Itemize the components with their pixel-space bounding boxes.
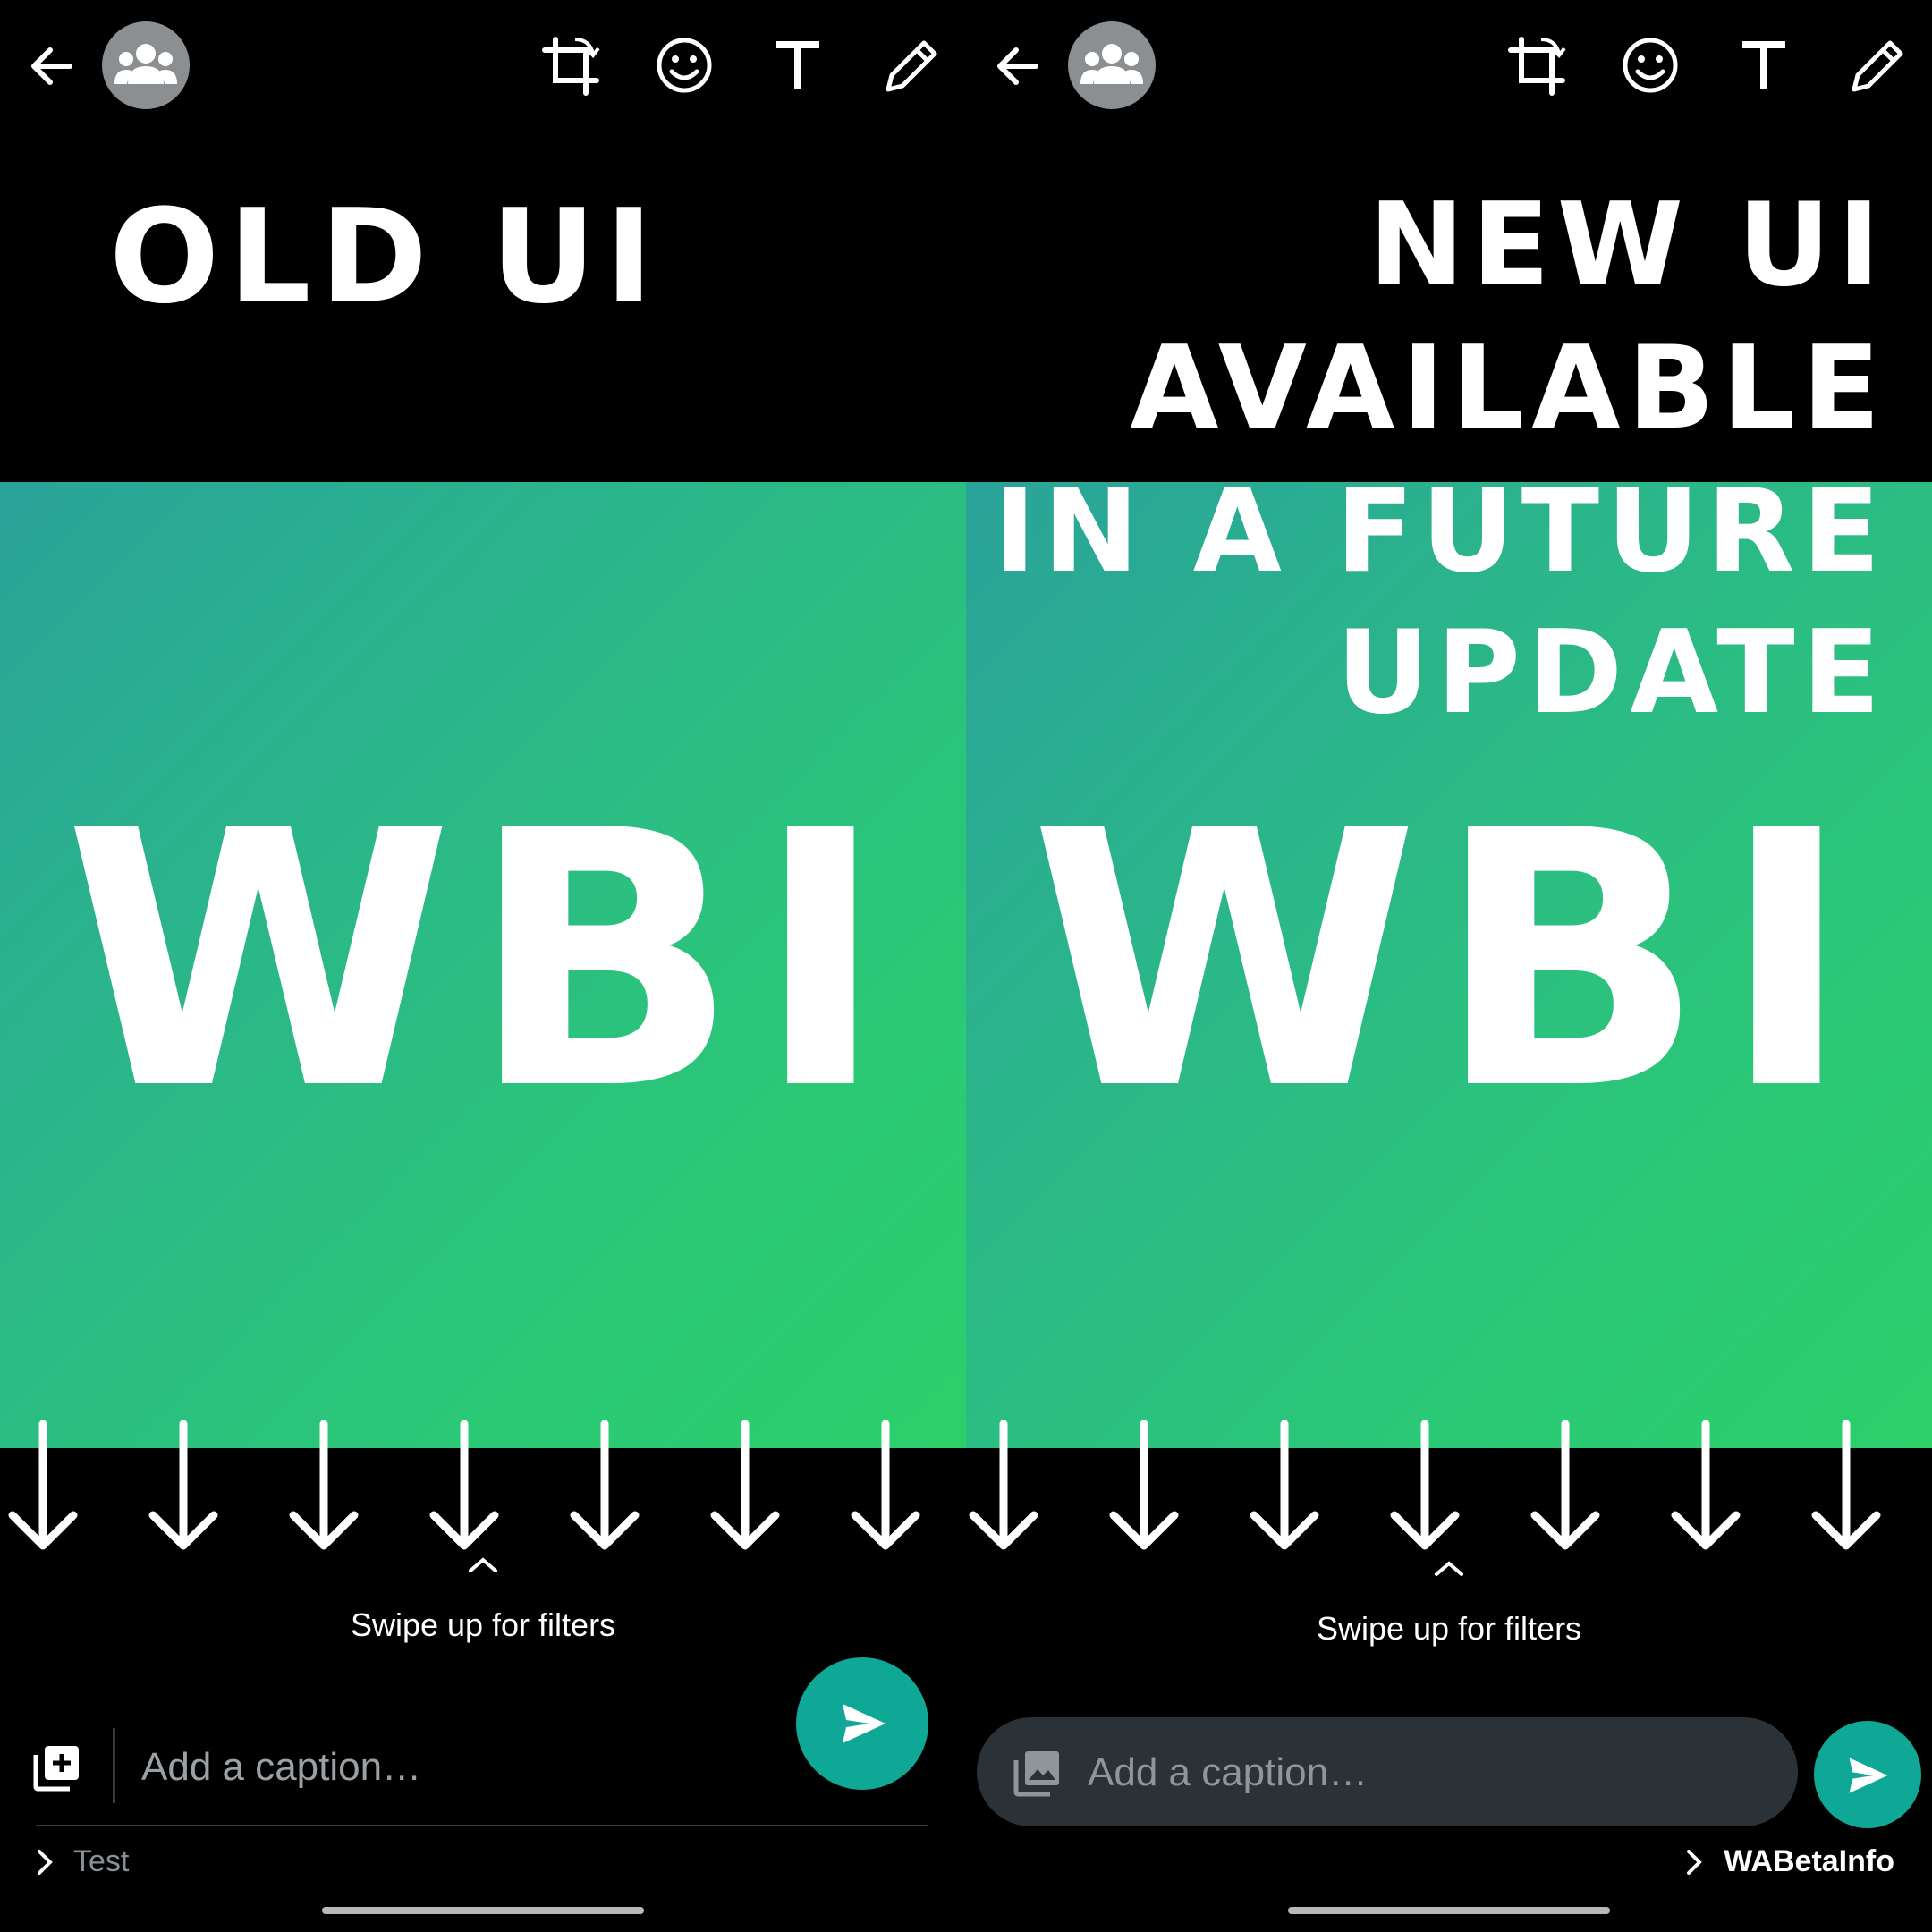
arrow-down-icon [710, 1420, 780, 1550]
caption-bar [977, 1717, 1798, 1826]
send-icon [1849, 1758, 1888, 1793]
group-icon [114, 44, 177, 84]
wbi-logo-text: WBI [1030, 756, 1868, 1167]
new-ui-title-line: UPDATE [1336, 606, 1887, 740]
divider [113, 1728, 115, 1803]
arrow-down-icon [1671, 1420, 1741, 1550]
arrow-down-icon [1811, 1420, 1881, 1550]
arrow-down-icon [8, 1420, 78, 1550]
arrow-down-icon [289, 1420, 359, 1550]
recipient-avatar[interactable] [1068, 21, 1156, 109]
editor-toolbar [0, 0, 966, 134]
send-button[interactable] [796, 1657, 928, 1790]
pencil-icon[interactable] [881, 34, 940, 97]
emoji-icon[interactable] [1621, 36, 1680, 95]
arrow-down-icon [851, 1420, 920, 1550]
caption-input[interactable] [141, 1739, 767, 1796]
comparison-screenshot: WBI OLD UI Swipe up for filters Add a ca… [0, 0, 1932, 1932]
add-media-icon[interactable] [32, 1742, 82, 1792]
swipe-up-hint[interactable]: Swipe up for filters [0, 1606, 966, 1644]
text-icon[interactable] [1737, 36, 1791, 95]
arrow-left-icon[interactable] [991, 39, 1045, 93]
chevron-up-icon[interactable] [1431, 1558, 1467, 1580]
recipient-chip[interactable]: WABetaInfo [1680, 1844, 1894, 1880]
recipient-name: Test [73, 1844, 130, 1878]
wbi-logo-text: WBI [64, 756, 902, 1167]
chevron-right-icon [1687, 1850, 1702, 1875]
arrow-down-icon [969, 1420, 1038, 1550]
emoji-icon[interactable] [655, 36, 714, 95]
arrow-down-icon [429, 1420, 499, 1550]
chevron-up-icon[interactable] [465, 1555, 501, 1576]
recipient-name: WABetaInfo [1724, 1844, 1894, 1878]
caption-underline [36, 1825, 928, 1826]
crop-rotate-icon[interactable] [539, 34, 604, 98]
arrow-down-icon [1390, 1420, 1460, 1550]
arrow-left-icon[interactable] [25, 39, 79, 93]
group-icon [1080, 44, 1143, 84]
down-arrows [966, 1420, 1932, 1563]
send-button[interactable] [1814, 1721, 1921, 1828]
new-ui-title-line: IN A FUTURE [993, 465, 1887, 598]
arrow-down-icon [1250, 1420, 1319, 1550]
arrow-down-icon [570, 1420, 640, 1550]
chevron-right-icon [38, 1850, 53, 1875]
new-ui-title-line: NEW UI [1368, 179, 1887, 312]
gallery-icon[interactable] [1013, 1748, 1063, 1798]
new-ui-title-line: AVAILABLE [1130, 322, 1887, 455]
old-ui-title: OLD UI [109, 182, 663, 333]
home-indicator[interactable] [1288, 1907, 1610, 1914]
recipient-avatar[interactable] [102, 21, 190, 109]
text-icon[interactable] [771, 36, 825, 95]
arrow-down-icon [148, 1420, 218, 1550]
new-ui-panel: WBI NEW UI AVAILABLE IN A FUTURE UPDATE … [966, 0, 1932, 1932]
home-indicator[interactable] [322, 1907, 644, 1914]
old-ui-panel: WBI OLD UI Swipe up for filters Add a ca… [0, 0, 966, 1932]
swipe-up-hint[interactable]: Swipe up for filters [966, 1610, 1932, 1648]
arrow-down-icon [1530, 1420, 1600, 1550]
editor-toolbar [966, 0, 1932, 134]
caption-input[interactable] [1088, 1744, 1767, 1801]
down-arrows [0, 1420, 966, 1563]
pencil-icon[interactable] [1847, 34, 1906, 97]
send-icon [843, 1704, 886, 1743]
arrow-down-icon [1109, 1420, 1179, 1550]
crop-rotate-icon[interactable] [1505, 34, 1570, 98]
